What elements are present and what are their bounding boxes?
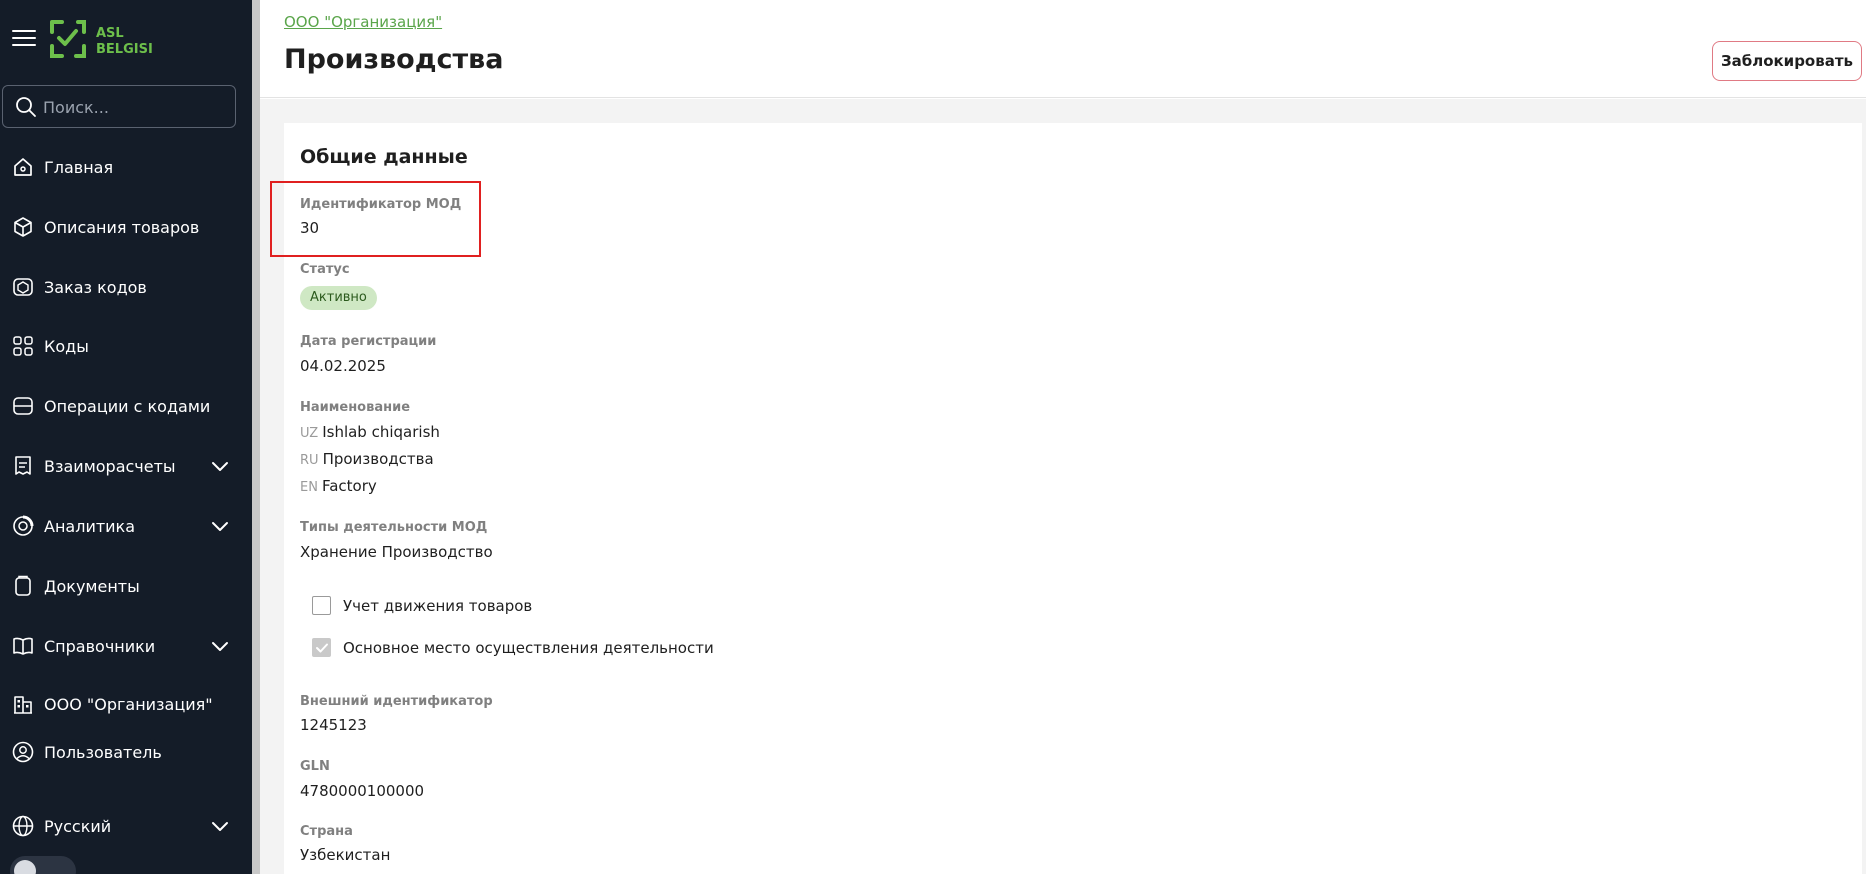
name-ru: RU Производства xyxy=(300,450,434,468)
registration-date-label: Дата регистрации xyxy=(300,334,437,349)
checkbox-box[interactable] xyxy=(312,596,331,615)
status-label: Статус xyxy=(300,262,350,277)
status-badge: Активно xyxy=(300,286,377,310)
sidebar-item-home[interactable]: Главная xyxy=(0,145,252,189)
box-icon xyxy=(9,213,37,241)
sidebar-item-settlements[interactable]: Взаиморасчеты xyxy=(0,444,252,488)
sidebar-item-order-codes[interactable]: Заказ кодов xyxy=(0,265,252,309)
name-label: Наименование xyxy=(300,400,411,415)
chevron-down-icon xyxy=(212,642,228,651)
sidebar: ASL BELGISI Главная Описания товаров Зак… xyxy=(0,0,252,874)
lang-code: RU xyxy=(300,453,319,468)
sidebar-item-user[interactable]: Пользователь xyxy=(0,730,252,774)
svg-text:ASL: ASL xyxy=(96,26,124,41)
chevron-down-icon xyxy=(212,462,228,471)
sidebar-item-language[interactable]: Русский xyxy=(0,804,252,848)
goods-movement-checkbox[interactable]: Учет движения товаров xyxy=(312,596,532,615)
sidebar-item-label: Коды xyxy=(44,336,89,356)
page-title: Производства xyxy=(284,44,504,75)
activity-types-value: Хранение Производство xyxy=(300,543,493,561)
gln-label: GLN xyxy=(300,759,330,774)
checkmark-icon xyxy=(315,643,328,652)
sidebar-item-analytics[interactable]: Аналитика xyxy=(0,504,252,548)
main-content: ООО "Организация" Производства Заблокиро… xyxy=(260,0,1866,874)
external-id-label: Внешний идентификатор xyxy=(300,694,493,709)
home-icon xyxy=(9,153,37,181)
sidebar-item-label: ООО "Организация" xyxy=(44,694,213,714)
chevron-down-icon xyxy=(212,522,228,531)
sidebar-item-label: Аналитика xyxy=(44,516,136,536)
sidebar-item-documents[interactable]: Документы xyxy=(0,564,252,608)
theme-toggle[interactable] xyxy=(10,856,76,874)
main-place-checkbox[interactable]: Основное место осуществления деятельност… xyxy=(312,638,714,657)
svg-text:BELGISI: BELGISI xyxy=(96,42,153,57)
sidebar-item-label: Взаиморасчеты xyxy=(44,456,176,476)
general-data-card xyxy=(284,123,1862,874)
activity-types-label: Типы деятельности МОД xyxy=(300,520,488,535)
country-label: Страна xyxy=(300,824,353,839)
checkbox-label: Учет движения товаров xyxy=(343,596,533,615)
user-icon xyxy=(9,738,37,766)
codes-icon xyxy=(9,332,37,360)
registration-date-value: 04.02.2025 xyxy=(300,357,386,375)
operations-icon xyxy=(9,392,37,420)
sidebar-item-organization[interactable]: ООО "Организация" xyxy=(0,682,252,726)
name-value: Производства xyxy=(322,450,434,468)
sidebar-item-codes[interactable]: Коды xyxy=(0,324,252,368)
sun-icon xyxy=(14,860,36,874)
sidebar-item-label: Справочники xyxy=(44,636,156,656)
gln-value: 4780000100000 xyxy=(300,782,425,800)
highlight-box xyxy=(270,181,481,257)
sidebar-item-references[interactable]: Справочники xyxy=(0,624,252,668)
sidebar-item-product-descriptions[interactable]: Описания товаров xyxy=(0,205,252,249)
block-button[interactable]: Заблокировать xyxy=(1712,41,1862,81)
sidebar-item-label: Пользователь xyxy=(44,742,162,762)
search-box[interactable] xyxy=(2,85,236,128)
external-id-value: 1245123 xyxy=(300,716,367,734)
sidebar-item-label: Описания товаров xyxy=(44,217,200,237)
name-value: Ishlab chiqarish xyxy=(322,423,440,441)
documents-icon xyxy=(9,572,37,600)
globe-icon xyxy=(9,812,37,840)
sidebar-item-label: Заказ кодов xyxy=(44,277,147,297)
breadcrumb-link[interactable]: ООО "Организация" xyxy=(284,13,442,31)
sidebar-item-label: Русский xyxy=(44,816,112,836)
organization-icon xyxy=(9,690,37,718)
checkbox-label: Основное место осуществления деятельност… xyxy=(343,638,714,657)
sidebar-item-label: Главная xyxy=(44,157,114,177)
asl-belgisi-logo[interactable]: ASL BELGISI xyxy=(48,16,168,62)
search-input[interactable] xyxy=(43,94,223,120)
analytics-icon xyxy=(9,512,37,540)
receipt-icon xyxy=(9,452,37,480)
sidebar-scrollbar[interactable] xyxy=(252,0,260,874)
checkbox-box[interactable] xyxy=(312,638,331,657)
sidebar-header: ASL BELGISI xyxy=(0,0,252,78)
sidebar-item-code-operations[interactable]: Операции с кодами xyxy=(0,384,252,428)
country-value: Узбекистан xyxy=(300,846,391,864)
lang-code: EN xyxy=(300,480,318,495)
menu-icon[interactable] xyxy=(12,30,36,48)
lang-code: UZ xyxy=(300,426,319,441)
sidebar-item-label: Документы xyxy=(44,576,140,596)
name-value: Factory xyxy=(321,477,377,495)
book-icon xyxy=(9,632,37,660)
search-icon xyxy=(16,97,36,117)
name-uz: UZ Ishlab chiqarish xyxy=(300,423,440,441)
page-header: ООО "Организация" Производства Заблокиро… xyxy=(260,0,1866,98)
sidebar-item-label: Операции с кодами xyxy=(44,396,211,416)
order-codes-icon xyxy=(9,273,37,301)
chevron-down-icon xyxy=(212,822,228,831)
section-title: Общие данные xyxy=(300,146,468,168)
name-en: EN Factory xyxy=(300,477,377,495)
